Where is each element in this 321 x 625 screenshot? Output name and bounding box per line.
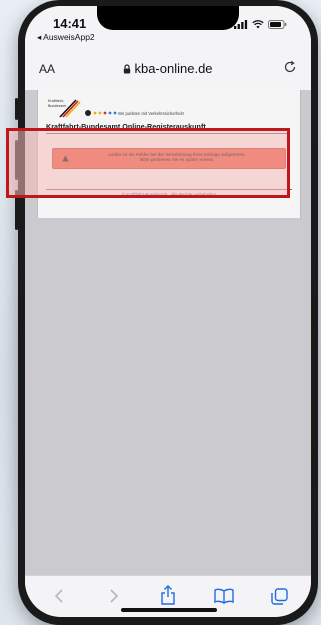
lock-icon bbox=[124, 64, 131, 74]
bookmarks-icon[interactable] bbox=[214, 588, 234, 604]
kba-logo-icon bbox=[59, 99, 81, 118]
kba-header: Kraftfahrt- Bundesamt Wir punkten mit Ve… bbox=[48, 97, 278, 119]
phone-frame: 14:41 ◂ AusweisApp2 AA kba-online.de Kra… bbox=[15, 0, 318, 625]
mute-switch bbox=[15, 98, 18, 120]
wifi-icon bbox=[252, 20, 264, 29]
share-icon[interactable] bbox=[160, 585, 176, 605]
tabs-icon[interactable] bbox=[271, 588, 288, 605]
status-icons bbox=[234, 20, 287, 29]
status-time: 14:41 bbox=[53, 16, 87, 31]
battery-icon bbox=[268, 20, 287, 29]
browser-toolbar bbox=[25, 575, 311, 617]
phone-screen: 14:41 ◂ AusweisApp2 AA kba-online.de Kra… bbox=[25, 6, 311, 617]
notch bbox=[97, 6, 239, 30]
error-highlight-box bbox=[6, 128, 290, 198]
domain-display[interactable]: kba-online.de bbox=[25, 61, 311, 76]
back-to-app-link[interactable]: ◂ AusweisApp2 bbox=[37, 32, 95, 43]
forward-icon[interactable] bbox=[108, 588, 120, 604]
back-icon[interactable] bbox=[53, 588, 65, 604]
domain-text: kba-online.de bbox=[134, 61, 213, 76]
address-bar[interactable]: AA kba-online.de bbox=[25, 50, 311, 91]
home-indicator bbox=[121, 608, 217, 612]
eagle-icon bbox=[85, 110, 91, 116]
kba-tagline: Wir punkten mit Verkehrssicherheit! bbox=[118, 111, 184, 116]
rating-dots-icon bbox=[93, 111, 117, 115]
reload-icon[interactable] bbox=[283, 60, 297, 74]
